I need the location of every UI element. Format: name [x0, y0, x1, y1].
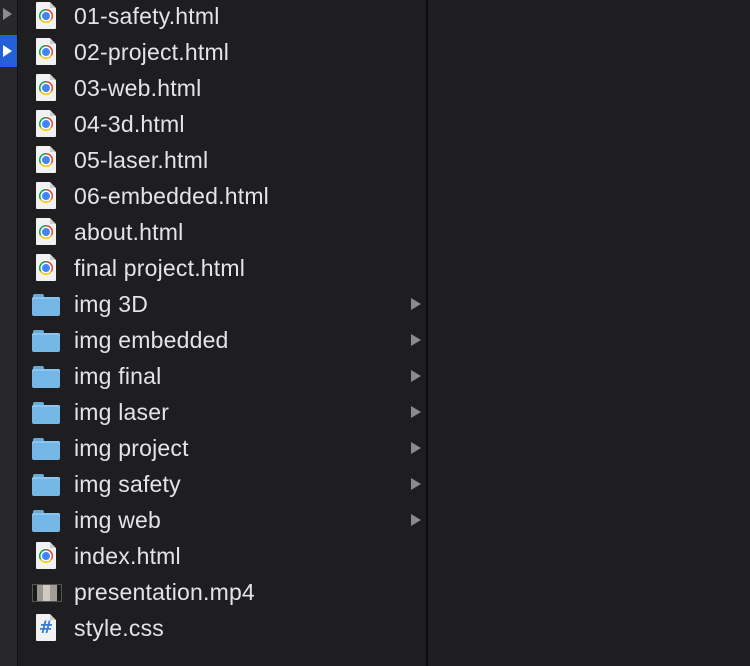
chevron-right-icon[interactable] [411, 406, 421, 418]
chevron-right-icon[interactable] [411, 478, 421, 490]
folder-icon [32, 397, 60, 427]
folder-icon [32, 505, 60, 535]
file-name-label: presentation.mp4 [74, 578, 255, 605]
chrome-html-file-icon [32, 1, 60, 31]
video-thumbnail-icon [32, 577, 62, 607]
css-file-icon: # [32, 613, 60, 643]
file-row[interactable]: 06-embedded.html [18, 178, 426, 214]
file-row[interactable]: presentation.mp4 [18, 574, 426, 610]
file-name-label: about.html [74, 218, 184, 245]
disclosure-arrow-icon [3, 8, 12, 20]
file-name-label: 04-3d.html [74, 110, 185, 137]
file-name-label: img laser [74, 398, 170, 425]
file-name-label: img safety [74, 470, 181, 497]
file-name-label: 02-project.html [74, 38, 230, 65]
chrome-html-file-icon [32, 253, 60, 283]
file-name-label: 01-safety.html [74, 2, 220, 29]
chrome-html-file-icon [32, 181, 60, 211]
file-name-label: 05-laser.html [74, 146, 209, 173]
file-row[interactable]: 03-web.html [18, 70, 426, 106]
chrome-html-file-icon [32, 145, 60, 175]
folder-row[interactable]: img laser [18, 394, 426, 430]
file-name-label: 06-embedded.html [74, 182, 269, 209]
file-name-label: index.html [74, 542, 181, 569]
chevron-right-icon[interactable] [411, 514, 421, 526]
file-name-label: img project [74, 434, 189, 461]
file-row[interactable]: 05-laser.html [18, 142, 426, 178]
chrome-html-file-icon [32, 541, 60, 571]
file-row[interactable]: 02-project.html [18, 34, 426, 70]
folder-icon [32, 433, 60, 463]
folder-row[interactable]: img safety [18, 466, 426, 502]
chrome-html-file-icon [32, 37, 60, 67]
disclosure-arrow-icon [3, 45, 12, 57]
file-row[interactable]: 04-3d.html [18, 106, 426, 142]
folder-row[interactable]: img final [18, 358, 426, 394]
chevron-right-icon[interactable] [411, 370, 421, 382]
folder-icon [32, 361, 60, 391]
chrome-html-file-icon [32, 217, 60, 247]
file-column[interactable]: 01-safety.html 02-project.html 03-web.html… [18, 0, 426, 666]
folder-icon [32, 469, 60, 499]
finder-column-view: 01-safety.html 02-project.html 03-web.html… [0, 0, 750, 666]
file-row[interactable]: # style.css [18, 610, 426, 646]
file-name-label: style.css [74, 614, 164, 641]
folder-icon [32, 289, 60, 319]
file-list: 01-safety.html 02-project.html 03-web.html… [18, 0, 426, 646]
folder-row[interactable]: img embedded [18, 322, 426, 358]
file-row[interactable]: 01-safety.html [18, 0, 426, 34]
folder-row[interactable]: img project [18, 430, 426, 466]
file-name-label: final project.html [74, 254, 246, 281]
chrome-html-file-icon [32, 109, 60, 139]
file-name-label: img 3D [74, 290, 149, 317]
file-name-label: 03-web.html [74, 74, 202, 101]
parent-column-selected-row[interactable] [0, 35, 17, 67]
file-name-label: img web [74, 506, 162, 533]
file-name-label: img embedded [74, 326, 229, 353]
file-row[interactable]: index.html [18, 538, 426, 574]
file-name-label: img final [74, 362, 162, 389]
chevron-right-icon[interactable] [411, 442, 421, 454]
file-row[interactable]: final project.html [18, 250, 426, 286]
chrome-html-file-icon [32, 73, 60, 103]
preview-column[interactable] [428, 0, 750, 666]
folder-row[interactable]: img web [18, 502, 426, 538]
folder-icon [32, 325, 60, 355]
chevron-right-icon[interactable] [411, 298, 421, 310]
parent-column[interactable] [0, 0, 18, 666]
folder-row[interactable]: img 3D [18, 286, 426, 322]
chevron-right-icon[interactable] [411, 334, 421, 346]
file-row[interactable]: about.html [18, 214, 426, 250]
